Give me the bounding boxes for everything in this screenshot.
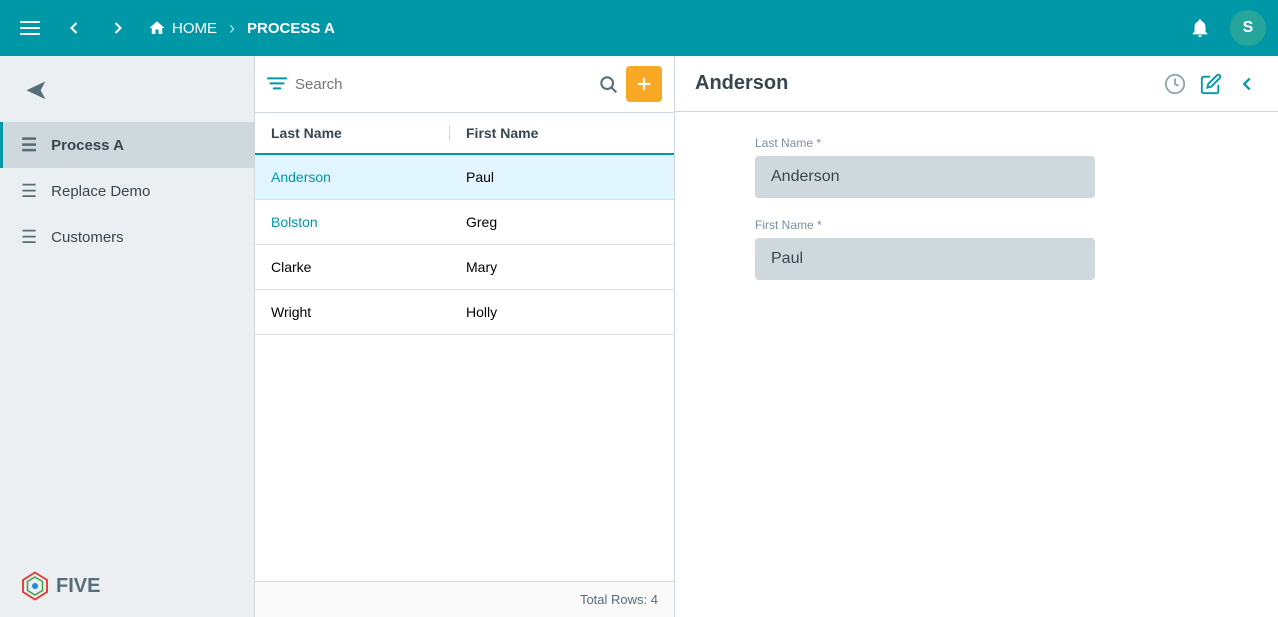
sidebar-bottom: FIVE	[0, 555, 254, 617]
first-name-input[interactable]	[755, 238, 1095, 280]
table-header: Last Name First Name	[255, 113, 674, 155]
back-icon	[64, 18, 84, 38]
detail-actions	[1164, 73, 1258, 95]
history-button[interactable]	[1164, 73, 1186, 95]
home-label: HOME	[172, 20, 217, 37]
nav-right: S	[1182, 10, 1266, 46]
last-name-label: Last Name *	[755, 136, 1198, 150]
edit-icon	[1200, 73, 1222, 95]
nav-separator: ›	[229, 18, 235, 39]
empty-row	[255, 335, 674, 363]
edit-button[interactable]	[1200, 73, 1222, 95]
last-name-field: Last Name *	[755, 136, 1198, 198]
cell-first-name: Paul	[450, 169, 674, 185]
table-row[interactable]: Wright Holly	[255, 290, 674, 335]
main-layout: ➤ ☰ Process A ☰ Replace Demo ☰ Customers	[0, 56, 1278, 617]
first-name-label: First Name *	[755, 218, 1198, 232]
search-button[interactable]	[598, 74, 618, 94]
hamburger-menu-button[interactable]	[12, 10, 48, 46]
cell-last-name: Wright	[255, 304, 450, 320]
detail-panel: Anderson	[675, 56, 1278, 617]
back-button[interactable]	[56, 10, 92, 46]
sidebar-item-label: Replace Demo	[51, 183, 150, 200]
sidebar-item-replace-demo[interactable]: ☰ Replace Demo	[0, 168, 254, 214]
table-row[interactable]: Clarke Mary	[255, 245, 674, 290]
center-panel: Last Name First Name Anderson Paul Bolst…	[255, 56, 675, 617]
history-icon	[1164, 73, 1186, 95]
cell-first-name: Mary	[450, 259, 674, 275]
plus-icon	[635, 75, 653, 93]
sidebar-item-label: Process A	[51, 137, 124, 154]
sidebar-menu: ☰ Process A ☰ Replace Demo ☰ Customers	[0, 122, 254, 555]
share-button[interactable]: ➤	[12, 64, 62, 114]
table-row[interactable]: Anderson Paul	[255, 155, 674, 200]
home-icon	[148, 19, 166, 37]
back-detail-button[interactable]	[1236, 73, 1258, 95]
filter-icon	[267, 76, 287, 92]
sidebar-item-customers[interactable]: ☰ Customers	[0, 214, 254, 260]
menu-lines-icon: ☰	[21, 182, 37, 200]
forward-button[interactable]	[100, 10, 136, 46]
table-row[interactable]: Bolston Greg	[255, 200, 674, 245]
sidebar-item-label: Customers	[51, 229, 124, 246]
menu-lines-icon: ☰	[21, 228, 37, 246]
first-name-field: First Name *	[755, 218, 1198, 280]
search-icon	[598, 74, 618, 94]
hamburger-icon	[20, 21, 40, 35]
add-button[interactable]	[626, 66, 662, 102]
home-link[interactable]: HOME	[148, 19, 217, 37]
col-first-name: First Name	[450, 125, 674, 141]
menu-lines-icon: ☰	[21, 136, 37, 154]
cell-last-name: Anderson	[255, 169, 450, 185]
cell-first-name: Greg	[450, 214, 674, 230]
back-detail-icon	[1236, 73, 1258, 95]
top-nav: HOME › PROCESS A S	[0, 0, 1278, 56]
five-logo-text: FIVE	[56, 575, 100, 598]
cell-first-name: Holly	[450, 304, 674, 320]
sidebar-item-process-a[interactable]: ☰ Process A	[0, 122, 254, 168]
total-rows-label: Total Rows: 4	[580, 592, 658, 607]
col-last-name: Last Name	[255, 125, 450, 141]
sidebar: ➤ ☰ Process A ☰ Replace Demo ☰ Customers	[0, 56, 255, 617]
five-logo-icon	[20, 571, 50, 601]
share-icon: ➤	[25, 73, 48, 106]
last-name-input[interactable]	[755, 156, 1095, 198]
detail-title: Anderson	[695, 72, 1164, 95]
cell-last-name: Clarke	[255, 259, 450, 275]
cell-last-name: Bolston	[255, 214, 450, 230]
forward-icon	[108, 18, 128, 38]
detail-body: Last Name * First Name *	[675, 112, 1278, 304]
search-bar	[255, 56, 674, 113]
search-input[interactable]	[295, 76, 590, 93]
detail-header: Anderson	[675, 56, 1278, 112]
user-avatar[interactable]: S	[1230, 10, 1266, 46]
bell-icon	[1189, 17, 1211, 39]
five-logo: FIVE	[20, 571, 100, 601]
notifications-button[interactable]	[1182, 10, 1218, 46]
table-footer: Total Rows: 4	[255, 581, 674, 617]
process-label: PROCESS A	[247, 20, 335, 37]
data-table: Last Name First Name Anderson Paul Bolst…	[255, 113, 674, 581]
